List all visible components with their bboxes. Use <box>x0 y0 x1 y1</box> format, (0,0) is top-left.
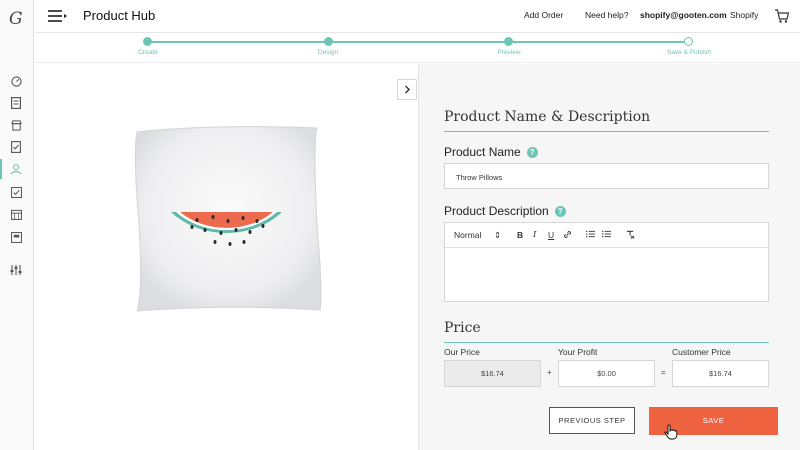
step-connector <box>512 41 686 43</box>
product-name-label: Product Name? <box>444 145 538 159</box>
need-help-link[interactable]: Need help? <box>585 10 628 20</box>
add-order-link[interactable]: Add Order <box>524 10 563 20</box>
description-editor: Normal ⇕ B I U <box>444 222 769 302</box>
step-dot-design[interactable] <box>324 37 333 46</box>
store-icon[interactable] <box>9 118 23 132</box>
product-name-label-text: Product Name <box>444 145 521 159</box>
gooten-logo[interactable]: G <box>9 9 23 29</box>
orders-icon[interactable] <box>9 96 23 110</box>
format-select-arrows-icon[interactable]: ⇕ <box>494 230 501 241</box>
bold-icon[interactable]: B <box>517 230 523 240</box>
hand-pointer-icon <box>664 424 678 440</box>
help-icon[interactable]: ? <box>526 147 538 158</box>
clear-formatting-icon[interactable] <box>626 230 635 241</box>
progress-stepper: Create Design Preview Save & Publish <box>35 33 800 63</box>
collapse-preview-button[interactable] <box>397 79 417 100</box>
our-price-label: Our Price <box>444 347 480 357</box>
menu-toggle-icon[interactable] <box>48 9 68 23</box>
product-hub-icon[interactable] <box>0 159 23 179</box>
dashboard-icon[interactable] <box>9 74 23 88</box>
customer-price-input[interactable]: $16.74 <box>672 360 769 387</box>
previous-step-button[interactable]: PREVIOUS STEP <box>549 407 635 434</box>
product-description-label-text: Product Description <box>444 204 549 218</box>
checklist-icon[interactable] <box>9 140 23 154</box>
your-profit-label: Your Profit <box>558 347 598 357</box>
section-divider <box>444 342 769 343</box>
account-email[interactable]: shopify@gooten.com <box>640 10 727 20</box>
section-title-price: Price <box>444 320 481 336</box>
cart-icon[interactable] <box>774 8 790 24</box>
underline-icon[interactable]: U <box>548 230 554 240</box>
left-rail: G <box>0 0 34 450</box>
plus-sign: + <box>547 368 552 377</box>
step-dot-create[interactable] <box>143 37 152 46</box>
section-title-name-description: Product Name & Description <box>444 109 651 125</box>
chevron-right-icon <box>404 85 410 94</box>
page-title: Product Hub <box>83 8 156 23</box>
step-label-design[interactable]: Design <box>318 49 338 56</box>
equals-sign: = <box>661 368 666 377</box>
step-label-save-publish[interactable]: Save & Publish <box>667 49 711 56</box>
text-format-select[interactable]: Normal <box>454 230 481 240</box>
product-preview-pane <box>35 64 418 450</box>
top-header: Product Hub Add Order Need help? shopify… <box>35 0 800 33</box>
ordered-list-icon[interactable] <box>586 230 595 240</box>
product-name-input[interactable]: Throw Pillows <box>444 163 769 189</box>
italic-icon[interactable]: I <box>533 230 536 240</box>
our-price-field: $16.74 <box>444 360 541 387</box>
step-dot-preview[interactable] <box>504 37 513 46</box>
step-label-preview[interactable]: Preview <box>497 49 520 56</box>
image-check-icon[interactable] <box>9 185 23 199</box>
step-label-create[interactable]: Create <box>138 49 158 56</box>
your-profit-input[interactable]: $0.00 <box>558 360 655 387</box>
bullet-list-icon[interactable] <box>602 230 611 240</box>
settings-sliders-icon[interactable] <box>9 263 23 277</box>
product-description-label: Product Description? <box>444 204 566 218</box>
product-details-form: Product Name & Description Product Name?… <box>419 64 800 450</box>
step-connector <box>152 41 328 43</box>
link-icon[interactable] <box>563 230 572 241</box>
help-icon[interactable]: ? <box>554 206 566 217</box>
step-dot-save-publish[interactable] <box>684 37 693 46</box>
editor-toolbar: Normal ⇕ B I U <box>445 223 768 248</box>
shopify-link[interactable]: Shopify <box>730 10 758 20</box>
customer-price-label: Customer Price <box>672 347 731 357</box>
section-divider <box>444 131 769 132</box>
calendar-icon[interactable] <box>9 207 23 221</box>
pillow-image <box>134 126 322 312</box>
archive-icon[interactable] <box>9 230 23 244</box>
step-connector <box>332 41 508 43</box>
